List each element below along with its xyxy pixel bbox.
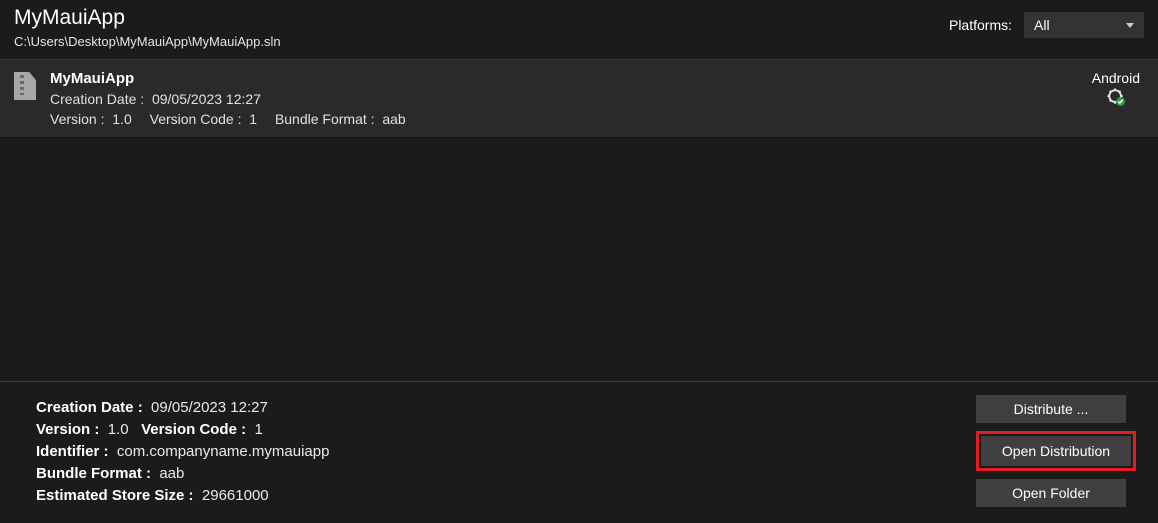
detail-version-value: 1.0 — [108, 421, 129, 438]
detail-version: Version : 1.0 Version Code : 1 — [36, 421, 329, 438]
detail-version-code-value: 1 — [254, 421, 262, 438]
archive-name: MyMauiApp — [50, 70, 420, 87]
platforms-value: All — [1034, 17, 1050, 33]
bundle-format-label: Bundle Format : — [275, 111, 375, 127]
archive-left: MyMauiApp Creation Date : 09/05/2023 12:… — [14, 70, 420, 127]
open-folder-button[interactable]: Open Folder — [976, 479, 1126, 507]
archive-file-icon — [14, 72, 36, 100]
detail-version-code-label: Version Code : — [141, 421, 246, 438]
header: MyMauiApp C:\Users\Desktop\MyMauiApp\MyM… — [0, 0, 1158, 59]
detail-bundle-format: Bundle Format : aab — [36, 465, 329, 482]
open-distribution-button[interactable]: Open Distribution — [981, 436, 1131, 466]
detail-bundle-format-value: aab — [159, 465, 184, 482]
distribute-button[interactable]: Distribute ... — [976, 395, 1126, 423]
header-left: MyMauiApp C:\Users\Desktop\MyMauiApp\MyM… — [14, 6, 281, 49]
creation-date-label: Creation Date : — [50, 91, 144, 107]
detail-identifier-label: Identifier : — [36, 443, 109, 460]
archive-version-line: Version : 1.0 Version Code : 1 Bundle Fo… — [50, 111, 420, 127]
chevron-down-icon — [1126, 23, 1134, 28]
details-panel: Creation Date : 09/05/2023 12:27 Version… — [0, 381, 1158, 523]
archive-meta: MyMauiApp Creation Date : 09/05/2023 12:… — [50, 70, 420, 127]
archive-creation-line: Creation Date : 09/05/2023 12:27 — [50, 91, 420, 107]
detail-est-size-label: Estimated Store Size : — [36, 487, 194, 504]
details-buttons: Distribute ... Open Distribution Open Fo… — [976, 395, 1136, 507]
creation-date-value: 09/05/2023 12:27 — [152, 91, 261, 107]
app-title: MyMauiApp — [14, 6, 281, 30]
archive-row[interactable]: MyMauiApp Creation Date : 09/05/2023 12:… — [0, 59, 1158, 138]
detail-creation-date: Creation Date : 09/05/2023 12:27 — [36, 399, 329, 416]
detail-est-size-value: 29661000 — [202, 487, 269, 504]
platforms-dropdown[interactable]: All — [1024, 12, 1144, 38]
header-right: Platforms: All — [949, 12, 1144, 38]
detail-est-size: Estimated Store Size : 29661000 — [36, 487, 329, 504]
detail-creation-date-label: Creation Date : — [36, 399, 143, 416]
archive-right: Android — [1092, 70, 1140, 106]
version-code-value: 1 — [249, 111, 257, 127]
settings-check-icon — [1092, 88, 1140, 106]
highlight-box: Open Distribution — [976, 431, 1136, 471]
detail-identifier: Identifier : com.companyname.mymauiapp — [36, 443, 329, 460]
archive-platform: Android — [1092, 70, 1140, 86]
details-left: Creation Date : 09/05/2023 12:27 Version… — [36, 394, 329, 509]
version-value: 1.0 — [112, 111, 131, 127]
detail-identifier-value: com.companyname.mymauiapp — [117, 443, 330, 460]
platforms-label: Platforms: — [949, 17, 1012, 33]
bundle-format-value: aab — [382, 111, 405, 127]
detail-version-label: Version : — [36, 421, 99, 438]
detail-creation-date-value: 09/05/2023 12:27 — [151, 399, 268, 416]
version-code-label: Version Code : — [150, 111, 242, 127]
version-label: Version : — [50, 111, 104, 127]
solution-path: C:\Users\Desktop\MyMauiApp\MyMauiApp.sln — [14, 34, 281, 49]
detail-bundle-format-label: Bundle Format : — [36, 465, 151, 482]
